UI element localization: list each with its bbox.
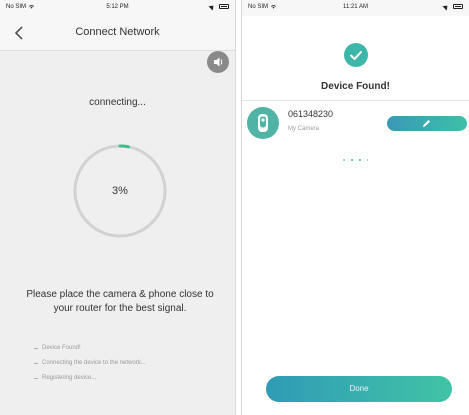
dot: [358, 158, 361, 161]
step-device-found: Device Found!: [34, 341, 224, 356]
dot: [343, 159, 345, 161]
status-bar: No SIM 11:21 AM: [242, 0, 469, 16]
sound-toggle-button[interactable]: [207, 51, 229, 73]
sound-icon: [214, 57, 223, 67]
device-id: 061348230: [288, 109, 334, 119]
check-mark: [350, 51, 362, 60]
left-screen-connect-network: No SIM 5:12 PM Connect Network connectin…: [0, 0, 236, 415]
right-screen-device-found: No SIM 11:21 AM Device Found! 061348230 …: [241, 0, 469, 415]
device-name: My Camera: [288, 126, 320, 132]
page-title: Connect Network: [75, 26, 160, 38]
searching-dots-indicator: [242, 151, 469, 161]
done-button[interactable]: Done: [266, 376, 452, 402]
found-header: Device Found!: [242, 16, 469, 101]
status-time: 5:12 PM: [106, 4, 129, 10]
step-connecting: Connecting the device to the network...: [34, 356, 224, 371]
battery-area: [442, 2, 463, 11]
status-bar: No SIM 5:12 PM: [0, 0, 235, 16]
nav-bar: Connect Network: [0, 16, 235, 51]
dot: [366, 159, 368, 161]
status-time: 11:21 AM: [343, 4, 368, 10]
dot: [350, 158, 353, 161]
placement-tip: Please place the camera & phone close to…: [26, 289, 214, 314]
connection-steps-list: Device Found! Connecting the device to t…: [34, 341, 224, 386]
camera-icon: [247, 107, 279, 139]
battery-icon: [453, 4, 463, 9]
edit-device-name-button[interactable]: [387, 116, 467, 131]
connecting-status-text: connecting...: [89, 97, 146, 108]
edit-icon: [423, 120, 430, 127]
page-title: Device Found!: [321, 81, 390, 92]
check-icon: [344, 43, 368, 67]
location-icon: [208, 2, 216, 11]
step-registering: Registering device...: [34, 371, 224, 386]
camera-glyph: [258, 114, 268, 132]
progress-percent: 3%: [112, 185, 128, 197]
battery-area: [208, 2, 229, 11]
device-list-item[interactable]: 061348230 My Camera: [242, 103, 469, 145]
battery-icon: [219, 4, 229, 9]
location-icon: [442, 2, 450, 11]
